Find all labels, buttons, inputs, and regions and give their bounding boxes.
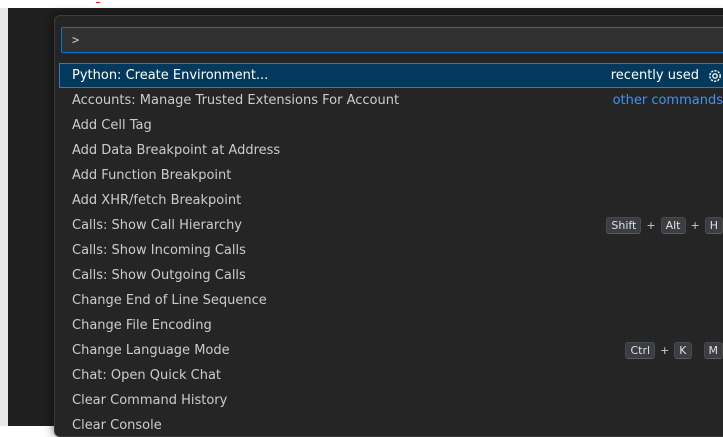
command-label: Change End of Line Sequence (72, 293, 267, 308)
key-shift: Shift (606, 217, 641, 234)
command-palette: > Python: Create Environment... recently… (54, 15, 723, 437)
recently-used-label: recently used (611, 63, 699, 88)
command-label: Accounts: Manage Trusted Extensions For … (72, 93, 399, 108)
command-label: Add Cell Tag (72, 118, 152, 133)
command-label: Calls: Show Call Hierarchy (72, 218, 242, 233)
row-meta: other commands (613, 88, 723, 113)
plus-separator: + (660, 338, 669, 363)
list-item[interactable]: Clear Command History (59, 388, 723, 413)
command-label: Calls: Show Outgoing Calls (72, 268, 246, 283)
cropped-red-text (96, 0, 723, 6)
command-input-text[interactable]: > (72, 33, 79, 47)
command-input[interactable]: > (61, 27, 723, 53)
command-label: Change File Encoding (72, 318, 212, 333)
list-item[interactable]: Add Function Breakpoint (59, 163, 723, 188)
list-item[interactable]: Add Cell Tag (59, 113, 723, 138)
command-label: Python: Create Environment... (72, 68, 268, 83)
keybinding: Ctrl + K M (625, 338, 723, 363)
list-item[interactable]: Calls: Show Incoming Calls (59, 238, 723, 263)
command-list: Python: Create Environment... recently u… (59, 63, 723, 437)
list-item[interactable]: Calls: Show Outgoing Calls (59, 263, 723, 288)
plus-separator: + (646, 213, 655, 238)
list-item[interactable]: Accounts: Manage Trusted Extensions For … (59, 88, 723, 113)
list-item[interactable]: Change File Encoding (59, 313, 723, 338)
command-label: Calls: Show Incoming Calls (72, 243, 246, 258)
command-label: Change Language Mode (72, 343, 230, 358)
list-item[interactable]: Change End of Line Sequence (59, 288, 723, 313)
command-label: Add XHR/fetch Breakpoint (72, 193, 241, 208)
command-label: Add Function Breakpoint (72, 168, 231, 183)
key-k: K (674, 342, 691, 359)
plus-separator: + (691, 213, 700, 238)
list-item[interactable]: Add XHR/fetch Breakpoint (59, 188, 723, 213)
other-commands-label: other commands (613, 88, 723, 113)
list-item[interactable]: Clear Console (59, 413, 723, 437)
top-strip (0, 0, 723, 8)
key-alt: Alt (661, 217, 686, 234)
keybinding: Shift + Alt + H (606, 213, 723, 238)
row-meta: recently used (611, 63, 723, 88)
list-item[interactable]: Add Data Breakpoint at Address (59, 138, 723, 163)
command-label: Chat: Open Quick Chat (72, 368, 221, 383)
list-item[interactable]: Python: Create Environment... recently u… (59, 63, 723, 88)
key-h: H (705, 217, 723, 234)
list-item[interactable]: Calls: Show Call Hierarchy Shift + Alt +… (59, 213, 723, 238)
command-label: Add Data Breakpoint at Address (72, 143, 280, 158)
left-edge (0, 8, 8, 426)
key-m: M (704, 342, 723, 359)
key-ctrl: Ctrl (625, 342, 655, 359)
list-item[interactable]: Chat: Open Quick Chat (59, 363, 723, 388)
list-item[interactable]: Change Language Mode Ctrl + K M (59, 338, 723, 363)
command-label: Clear Command History (72, 393, 227, 408)
gear-icon[interactable] (707, 68, 723, 84)
